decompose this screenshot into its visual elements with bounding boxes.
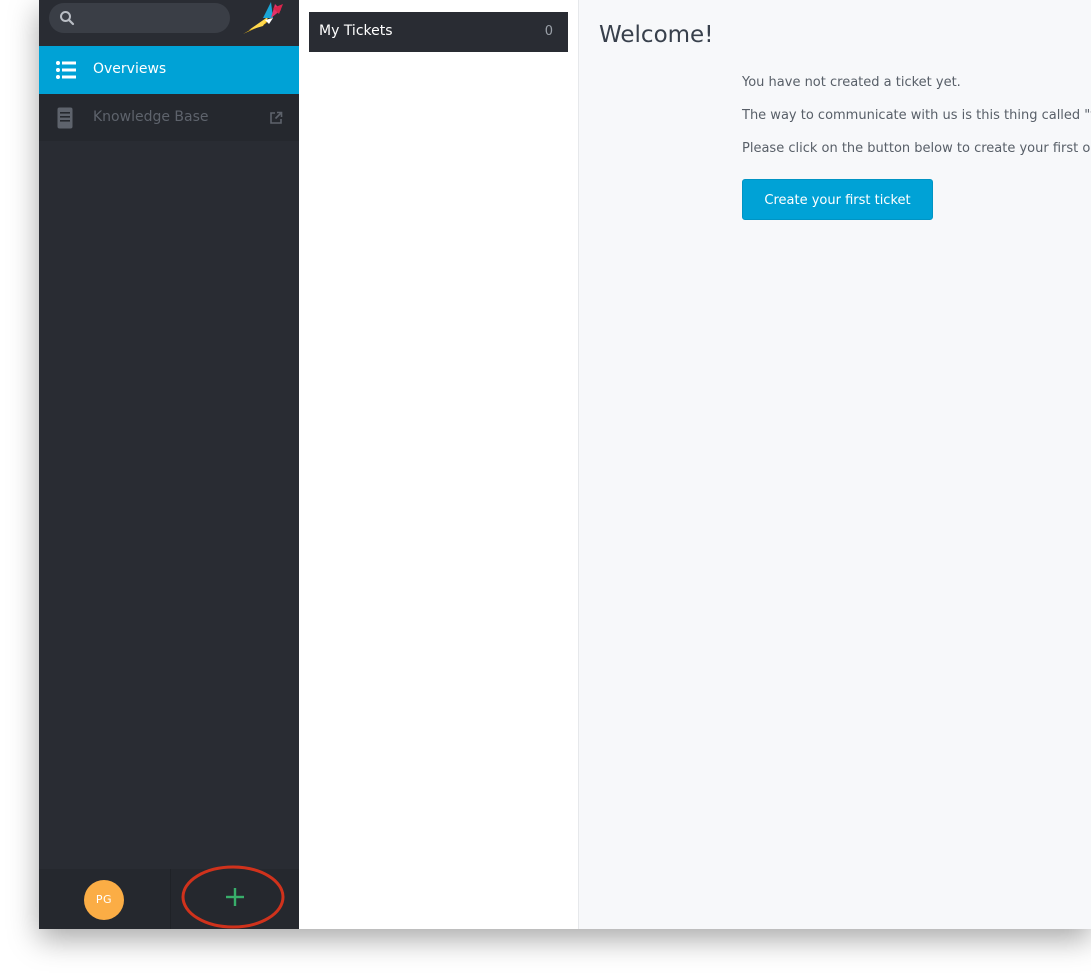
search-box[interactable] xyxy=(49,3,230,33)
avatar[interactable]: PG xyxy=(84,880,124,920)
overview-list: My Tickets 0 xyxy=(299,0,579,929)
welcome-text: You have not created a ticket yet. xyxy=(742,75,961,90)
search-input[interactable] xyxy=(79,7,228,31)
welcome-text: The way to communicate with us is this t… xyxy=(742,108,1091,123)
overview-item-count: 0 xyxy=(544,24,553,39)
main-content: Welcome! You have not created a ticket y… xyxy=(579,0,1091,929)
welcome-message: You have not created a ticket yet. The w… xyxy=(742,74,1091,220)
app-logo-icon[interactable] xyxy=(241,0,285,36)
sidebar-item-label: Knowledge Base xyxy=(93,109,209,125)
page-title: Welcome! xyxy=(599,22,714,48)
create-first-ticket-button[interactable]: Create your first ticket xyxy=(742,179,933,220)
sidebar-item-overviews[interactable]: Overviews xyxy=(39,46,299,94)
sidebar: Overviews Knowledge Base PG xyxy=(39,0,299,929)
plus-icon xyxy=(226,888,244,906)
welcome-text: Please click on the button below to crea… xyxy=(742,141,1091,156)
app-window: Overviews Knowledge Base PG My Tickets 0… xyxy=(39,0,1091,929)
sidebar-item-label: Overviews xyxy=(93,61,167,77)
external-link-icon xyxy=(270,111,283,124)
list-icon xyxy=(56,61,76,79)
sidebar-footer: PG xyxy=(39,865,299,929)
sidebar-item-knowledge-base[interactable]: Knowledge Base xyxy=(39,94,299,141)
book-icon xyxy=(57,107,73,129)
overview-item-my-tickets[interactable]: My Tickets 0 xyxy=(309,12,568,52)
search-icon xyxy=(60,11,75,26)
new-ticket-button[interactable] xyxy=(171,869,299,929)
overview-item-label: My Tickets xyxy=(319,23,393,39)
